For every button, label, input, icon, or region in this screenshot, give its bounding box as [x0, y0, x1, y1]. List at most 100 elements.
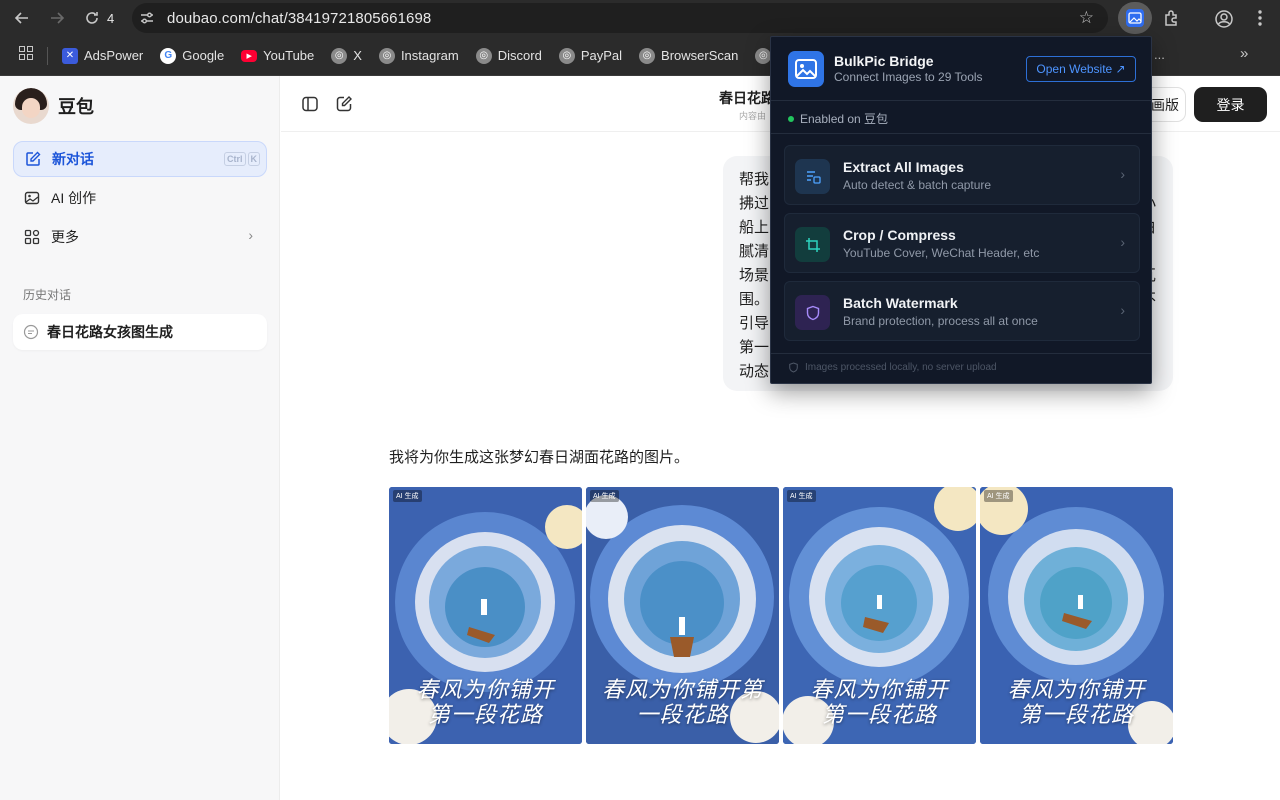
- browser-menu-icon[interactable]: [1257, 8, 1263, 33]
- open-website-button[interactable]: Open Website ↗: [1026, 56, 1136, 82]
- bookmark-adspower[interactable]: ✕ AdsPower: [62, 47, 143, 64]
- history-item-label: 春日花路女孩图生成: [47, 324, 173, 340]
- chat-title: 春日花路: [719, 90, 775, 106]
- popup-divider: [771, 133, 1151, 134]
- images-icon: [795, 159, 830, 194]
- edit-icon: [24, 150, 42, 168]
- tab-count: 4: [107, 10, 115, 26]
- status-dot: [788, 115, 794, 122]
- popup-divider: [771, 100, 1151, 101]
- card-title: Extract All Images: [843, 159, 964, 175]
- popup-divider: [771, 353, 1151, 354]
- address-bar[interactable]: doubao.com/chat/38419721805661698 ☆: [132, 3, 1108, 33]
- ai-create-label: AI 创作: [51, 190, 97, 206]
- arrow-right-icon: [51, 12, 65, 24]
- bookmark-star-icon[interactable]: ☆: [1079, 8, 1094, 28]
- chevron-right-icon: ›: [1120, 234, 1125, 250]
- globe-icon: ◎: [639, 47, 656, 64]
- profile-icon[interactable]: [1214, 9, 1234, 34]
- bookmark-instagram[interactable]: ◎ Instagram: [378, 47, 459, 64]
- bulkpic-icon: [1126, 9, 1144, 27]
- sidebar-toggle-icon[interactable]: [300, 94, 320, 114]
- extract-images-card[interactable]: Extract All Images Auto detect & batch c…: [784, 145, 1140, 205]
- ai-generated-tag: AI 生成: [984, 490, 1013, 502]
- enabled-status: Enabled on 豆包: [788, 110, 888, 127]
- chat-bubble-icon: [23, 324, 39, 340]
- back-button[interactable]: [9, 5, 35, 31]
- card-title: Batch Watermark: [843, 295, 958, 311]
- card-subtitle: Auto detect & batch capture: [843, 178, 992, 192]
- forward-button[interactable]: [44, 5, 70, 31]
- grid-icon: [23, 228, 41, 246]
- browser-toolbar: 4 doubao.com/chat/38419721805661698 ☆: [0, 0, 1280, 36]
- ai-generated-tag: AI 生成: [590, 490, 619, 502]
- globe-icon: ◎: [755, 47, 772, 64]
- youtube-icon: ▶: [241, 49, 258, 62]
- chevron-right-icon: ›: [1120, 302, 1125, 318]
- bookmarks-divider: [47, 46, 48, 65]
- ai-create-item[interactable]: AI 创作: [13, 180, 267, 216]
- bookmark-paypal[interactable]: ◎ PayPal: [558, 47, 622, 64]
- shield-icon: [795, 295, 830, 330]
- crop-icon: [795, 227, 830, 262]
- history-item[interactable]: 春日花路女孩图生成: [13, 314, 267, 350]
- chat-subtitle: 内容由: [739, 111, 767, 121]
- new-chat-button[interactable]: 新对话 Ctrl K: [13, 141, 267, 177]
- more-label: 更多: [51, 229, 79, 245]
- globe-icon: ◎: [378, 47, 395, 64]
- history-title: 历史对话: [23, 288, 72, 302]
- new-chat-icon[interactable]: [334, 94, 354, 114]
- bookmark-x[interactable]: ◎ X: [331, 47, 362, 64]
- arrow-left-icon: [14, 12, 28, 24]
- site-settings-icon[interactable]: [137, 8, 157, 28]
- image-caption-line: 第一段花路: [427, 703, 543, 728]
- popup-title: BulkPic Bridge: [834, 53, 934, 69]
- extensions-puzzle-icon[interactable]: [1162, 8, 1182, 33]
- image-caption-line: 一段花路: [636, 703, 729, 728]
- url-text: doubao.com/chat/38419721805661698: [167, 9, 432, 27]
- login-button[interactable]: 登录: [1194, 87, 1267, 122]
- globe-icon: ◎: [331, 47, 348, 64]
- chevron-right-icon: ›: [248, 227, 253, 243]
- assistant-reply: 我将为你生成这张梦幻春日湖面花路的图片。: [389, 449, 690, 466]
- generated-image[interactable]: AI 生成 春风为你铺开 第一段花路: [783, 487, 976, 744]
- chevron-right-icon: ›: [1120, 166, 1125, 182]
- avatar: [13, 88, 49, 124]
- globe-icon: ◎: [558, 47, 575, 64]
- sidebar: 豆包 新对话 Ctrl K AI 创作 更多 › 历史对话 春日花路女孩图生成: [0, 76, 280, 800]
- apps-grid-icon[interactable]: [19, 46, 33, 65]
- more-item[interactable]: 更多 ›: [13, 219, 267, 255]
- reload-button[interactable]: [79, 5, 105, 31]
- image-caption-line: 第一段花路: [821, 703, 937, 728]
- bookmark-browserscan[interactable]: ◎ BrowserScan: [639, 47, 738, 64]
- bookmark-youtube[interactable]: ▶ YouTube: [241, 48, 314, 63]
- popup-subtitle: Connect Images to 29 Tools: [834, 70, 983, 84]
- bookmark-discord[interactable]: ◎ Discord: [475, 47, 542, 64]
- ai-generated-tag: AI 生成: [393, 490, 422, 502]
- generated-image[interactable]: AI 生成 春风为你铺开第 一段花路: [586, 487, 779, 744]
- globe-icon: ◎: [475, 47, 492, 64]
- bookmark-google[interactable]: G Google: [160, 47, 224, 64]
- ai-generated-tag: AI 生成: [787, 490, 816, 502]
- brand[interactable]: 豆包: [13, 88, 94, 124]
- bulkpic-extension-button[interactable]: [1118, 2, 1152, 34]
- image-icon: [23, 189, 41, 207]
- generated-image[interactable]: AI 生成 春风为你铺开 第一段花路: [980, 487, 1173, 744]
- card-subtitle: Brand protection, process all at once: [843, 314, 1038, 328]
- generated-image[interactable]: AI 生成 春风为你铺开 第一段花路: [389, 487, 582, 744]
- new-chat-label: 新对话: [52, 151, 94, 167]
- reload-icon: [86, 12, 98, 24]
- brand-name: 豆包: [58, 97, 94, 117]
- image-caption-line: 第一段花路: [1018, 703, 1134, 728]
- batch-watermark-card[interactable]: Batch Watermark Brand protection, proces…: [784, 281, 1140, 341]
- bookmark-overflow-text: ...: [1154, 47, 1165, 62]
- privacy-note: Images processed locally, no server uplo…: [788, 362, 997, 373]
- crop-compress-card[interactable]: Crop / Compress YouTube Cover, WeChat He…: [784, 213, 1140, 273]
- card-title: Crop / Compress: [843, 227, 956, 243]
- card-subtitle: YouTube Cover, WeChat Header, etc: [843, 246, 1040, 260]
- image-gallery: AI 生成 春风为你铺开 第一段花路 AI 生成 春风为你铺开第 一段花路 AI…: [389, 487, 1173, 744]
- chevron-double-right-icon[interactable]: »: [1240, 45, 1248, 62]
- bulkpic-logo-icon: [788, 51, 824, 87]
- adspower-icon: ✕: [62, 47, 78, 64]
- google-icon: G: [160, 47, 177, 64]
